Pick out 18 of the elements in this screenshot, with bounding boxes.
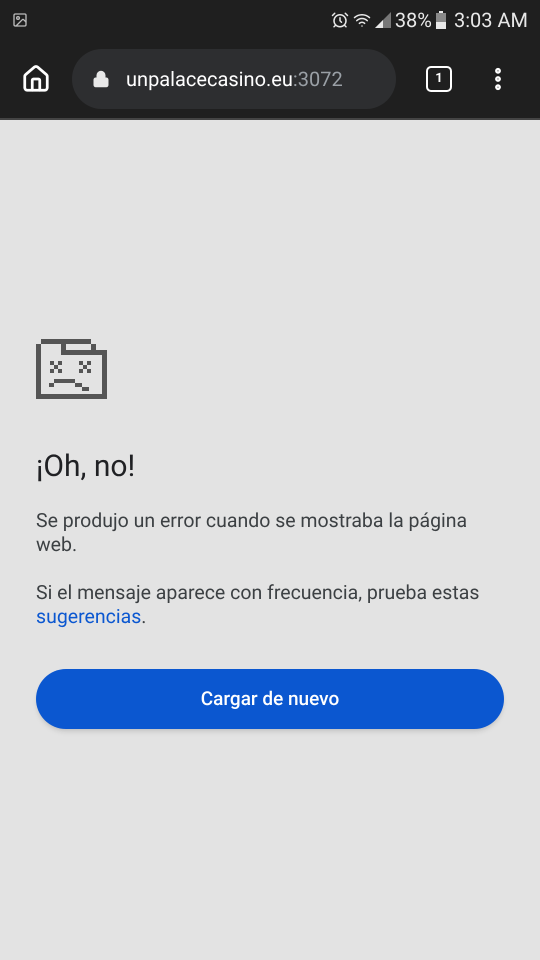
tab-switcher-button[interactable]: 1 <box>426 66 452 92</box>
clock-time: 3:03 AM <box>454 7 528 34</box>
alarm-icon <box>330 11 349 29</box>
url-port: :3072 <box>292 66 343 93</box>
picture-notification-icon <box>12 12 28 28</box>
address-bar[interactable]: unpalacecasino.eu:3072 <box>72 49 396 109</box>
lock-icon <box>92 70 110 88</box>
error-message: Se produjo un error cuando se mostraba la página web. <box>36 509 468 557</box>
error-title: ¡Oh, no! <box>36 448 136 486</box>
error-hint: Si el mensaje aparece con frecuencia, prueba estas sugerencias. <box>36 581 480 629</box>
wifi-icon <box>352 11 371 29</box>
suggestions-link[interactable]: sugerencias <box>36 605 142 628</box>
signal-icon <box>374 12 391 28</box>
reload-button[interactable]: Cargar de nuevo <box>36 669 504 729</box>
url-host: unpalacecasino.eu <box>126 66 293 93</box>
battery-icon <box>436 11 446 29</box>
sad-folder-icon <box>36 339 108 399</box>
battery-percent: 38% <box>394 7 432 34</box>
